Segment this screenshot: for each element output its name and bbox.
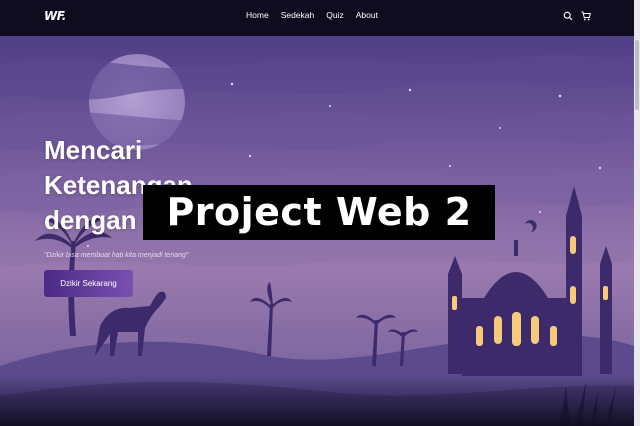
nav-link-home[interactable]: Home [246, 10, 269, 20]
nav-icons [563, 11, 591, 21]
headline-line-1: Mencari [44, 135, 143, 165]
project-title-overlay: Project Web 2 [143, 185, 495, 240]
logo[interactable]: WF. [44, 9, 66, 23]
scrollbar[interactable] [634, 0, 640, 426]
nav-link-quiz[interactable]: Quiz [326, 10, 343, 20]
page: WF. Home Sedekah Quiz About Mencari Kete… [0, 0, 640, 426]
hero-subtext: "Dzikir bisa membuat hati kita menjadi t… [44, 252, 189, 259]
scrollbar-thumb[interactable] [635, 40, 639, 110]
dzikir-sekarang-button[interactable]: Dzikir Sekarang [44, 270, 133, 297]
nav-link-about[interactable]: About [356, 10, 378, 20]
nav-link-sedekah[interactable]: Sedekah [281, 10, 315, 20]
search-icon[interactable] [563, 11, 573, 21]
navbar: WF. Home Sedekah Quiz About [0, 0, 634, 36]
cart-icon[interactable] [581, 11, 591, 21]
nav-menu: Home Sedekah Quiz About [246, 10, 378, 20]
